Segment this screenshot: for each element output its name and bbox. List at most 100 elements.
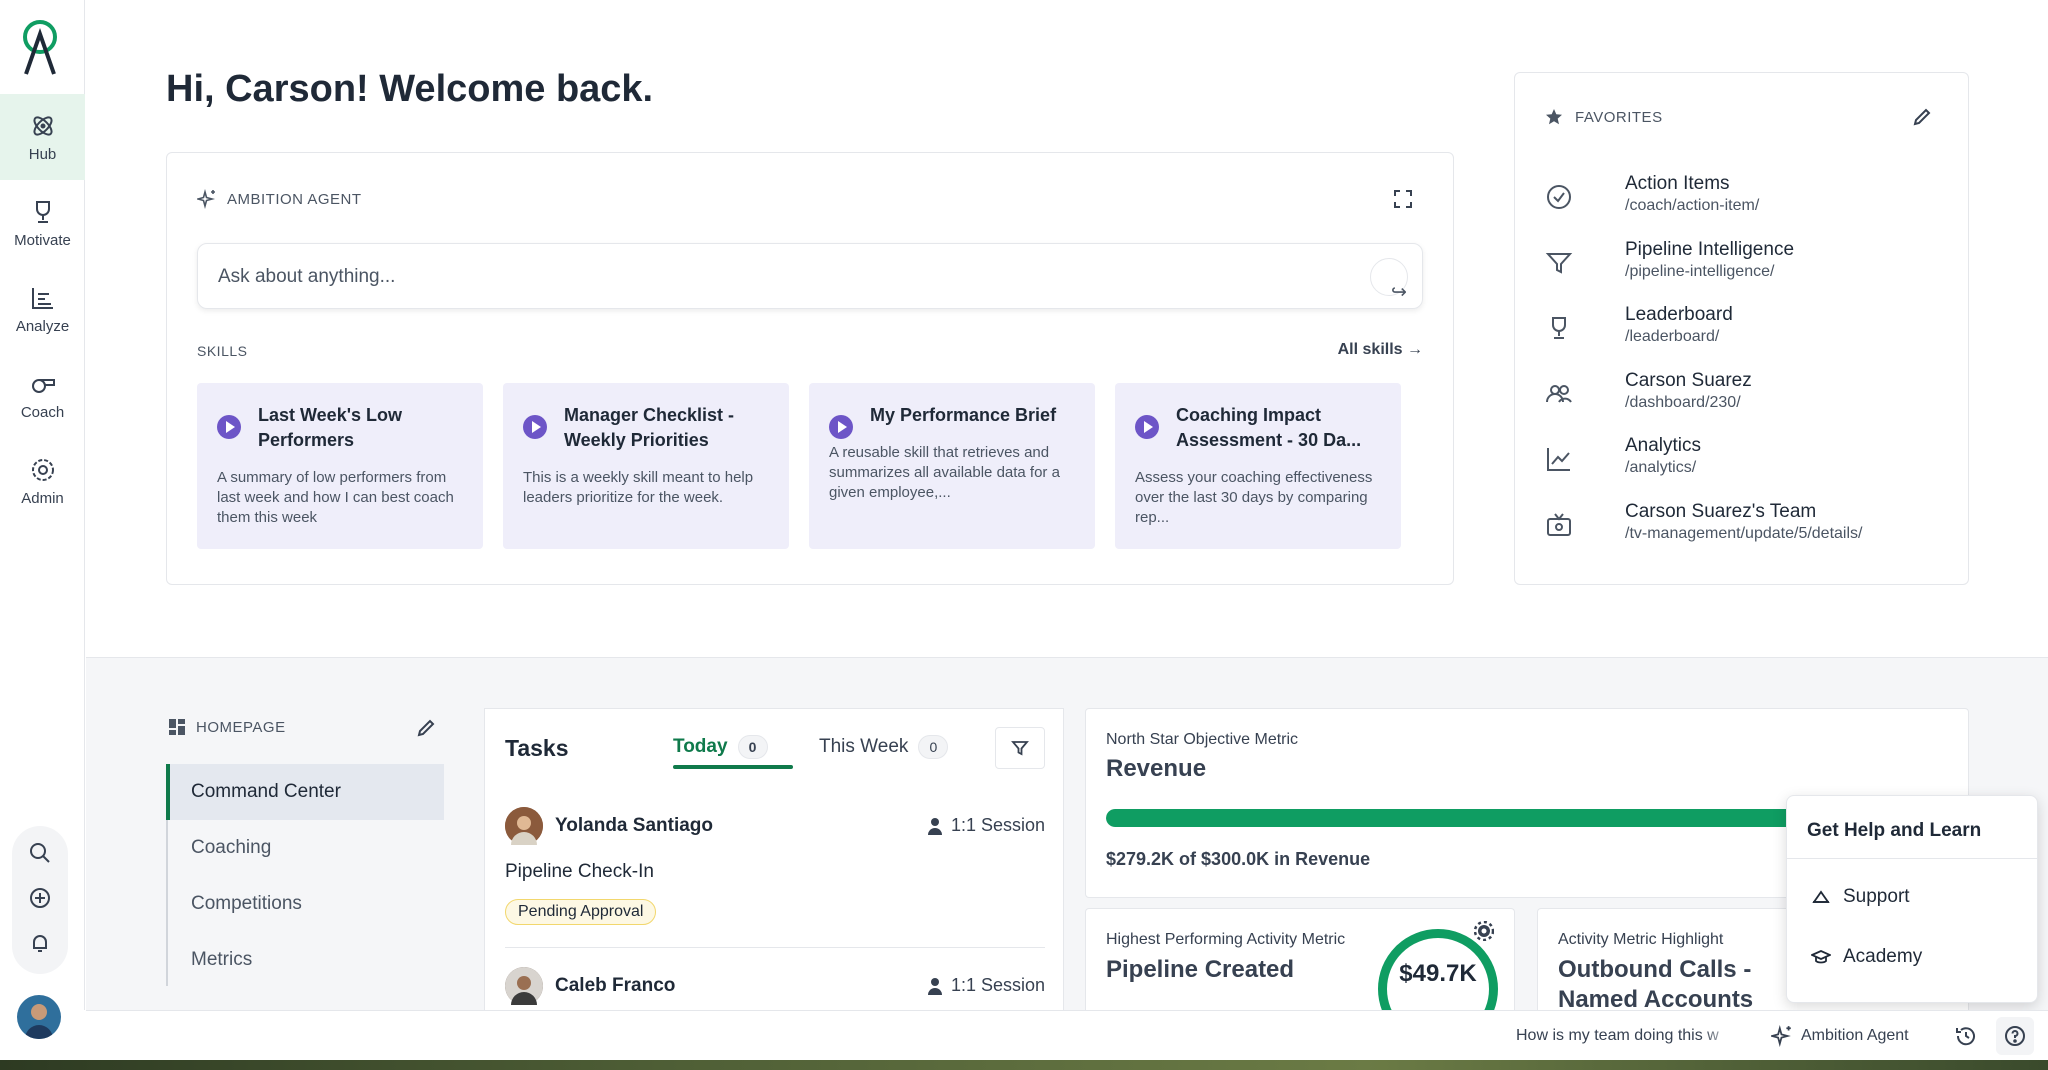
tab-today[interactable]: Today 0	[673, 735, 768, 759]
favorite-path: /leaderboard/	[1625, 328, 1720, 345]
notifications-button[interactable]	[22, 925, 58, 961]
play-icon	[1135, 415, 1159, 439]
filter-button[interactable]	[995, 727, 1045, 769]
avatar	[505, 967, 543, 1005]
skill-title: Manager Checklist - Weekly Priorities	[564, 405, 735, 450]
favorite-item[interactable]: Pipeline Intelligence /pipeline-intellig…	[1545, 239, 1945, 289]
desktop-background	[0, 1060, 2048, 1070]
favorite-path: /pipeline-intelligence/	[1625, 263, 1775, 280]
highest-metric-card[interactable]: Highest Performing Activity Metric Pipel…	[1085, 908, 1515, 1049]
arrow-right-icon: →	[1407, 341, 1423, 358]
status-bar: How is my team doing this w Ambition Age…	[86, 1010, 2048, 1060]
pencil-icon[interactable]	[1912, 107, 1932, 127]
pencil-icon[interactable]	[416, 718, 436, 738]
task-session-type: 1:1 Session	[927, 975, 1045, 996]
task-assignee: Caleb Franco	[555, 975, 676, 996]
skill-description: A reusable skill that retrieves and summ…	[829, 444, 1060, 501]
favorite-name: Pipeline Intelligence	[1625, 239, 1795, 260]
sparkles-icon	[1771, 1025, 1791, 1047]
skill-title: My Performance Brief	[870, 405, 1057, 425]
skill-title: Coaching Impact Assessment - 30 Da...	[1176, 405, 1362, 450]
homepage-title: HOMEPAGE	[196, 718, 286, 736]
sidebar-item-analyze[interactable]: Analyze	[0, 266, 85, 352]
status-badge: Pending Approval	[505, 899, 657, 925]
session-label: 1:1 Session	[950, 975, 1045, 995]
homepage-item-command-center[interactable]: Command Center	[166, 764, 444, 820]
homepage-item-competitions[interactable]: Competitions	[166, 876, 444, 932]
academy-link[interactable]: Academy	[1811, 946, 1922, 968]
tab-count: 0	[918, 735, 949, 759]
all-skills-link[interactable]: All skills →	[1338, 341, 1423, 359]
homepage-item-coaching[interactable]: Coaching	[166, 820, 444, 876]
skill-card[interactable]: Coaching Impact Assessment - 30 Da... As…	[1115, 383, 1401, 549]
tv-icon	[1547, 513, 1571, 536]
send-icon: ↪	[1391, 282, 1407, 303]
task-item[interactable]: Yolanda Santiago 1:1 Session Pipeline Ch…	[505, 807, 1045, 927]
favorite-item[interactable]: Action Items /coach/action-item/	[1545, 173, 1945, 223]
sidebar-item-motivate[interactable]: Motivate	[0, 180, 85, 266]
ambition-agent-button[interactable]: Ambition Agent	[1771, 1025, 1909, 1047]
homepage-item-metrics[interactable]: Metrics	[166, 932, 444, 988]
favorite-item[interactable]: Carson Suarez /dashboard/230/	[1545, 370, 1945, 420]
graduation-cap-icon	[1811, 950, 1831, 964]
task-session-type: 1:1 Session	[927, 815, 1045, 836]
expand-icon[interactable]	[1393, 189, 1413, 209]
favorite-name: Action Items	[1625, 173, 1730, 194]
task-title: Pipeline Check-In	[505, 861, 654, 882]
task-item[interactable]: Caleb Franco 1:1 Session	[505, 967, 1045, 1012]
help-popup: Get Help and Learn Support Academy	[1786, 795, 2038, 1003]
avatar[interactable]	[17, 995, 61, 1039]
support-icon	[1812, 890, 1830, 903]
academy-label: Academy	[1843, 946, 1923, 967]
favorite-path: /analytics/	[1625, 459, 1697, 476]
history-icon[interactable]	[1954, 1024, 1978, 1048]
favorite-item[interactable]: Analytics /analytics/	[1545, 435, 1945, 485]
search-icon	[30, 843, 50, 863]
sidebar-item-label: Coach	[20, 403, 65, 421]
sidebar-item-label: Motivate	[14, 231, 71, 249]
suggested-question[interactable]: How is my team doing this w	[1516, 1027, 1736, 1045]
sidebar-item-coach[interactable]: Coach	[0, 352, 85, 438]
skill-card[interactable]: Manager Checklist - Weekly Priorities Th…	[503, 383, 789, 549]
progress-fill	[1106, 809, 1891, 827]
tab-this-week[interactable]: This Week 0	[819, 735, 949, 759]
skill-description: A summary of low performers from last we…	[217, 469, 454, 526]
ambition-logo[interactable]	[18, 20, 62, 76]
skill-card[interactable]: My Performance Brief A reusable skill th…	[809, 383, 1095, 549]
send-button[interactable]: ↪	[1370, 258, 1408, 303]
bar-chart-icon	[31, 287, 53, 309]
gear-icon[interactable]	[1474, 921, 1494, 941]
support-label: Support	[1843, 886, 1910, 907]
support-link[interactable]: Support	[1811, 886, 1910, 908]
favorites-card: FAVORITES Action Items /coach/action-ite…	[1514, 72, 1969, 585]
star-icon	[1546, 109, 1562, 125]
search-button[interactable]	[22, 835, 58, 871]
agent-label: Ambition Agent	[1801, 1027, 1909, 1044]
help-button[interactable]	[1996, 1017, 2034, 1055]
north-star-label: North Star Objective Metric	[1106, 731, 1299, 748]
tab-count: 0	[737, 735, 768, 759]
app-window: Hub Motivate Analyze Coach Admin Hi, Car…	[0, 0, 2048, 1060]
favorite-path: /tv-management/update/5/details/	[1625, 525, 1863, 542]
metric-title: Outbound Calls - Named Accounts	[1558, 956, 1754, 1013]
add-button[interactable]	[22, 880, 58, 916]
divider	[505, 947, 1045, 948]
all-skills-label: All skills	[1337, 341, 1403, 358]
line-chart-icon	[1547, 448, 1570, 471]
sparkles-icon	[197, 189, 216, 209]
agent-header: AMBITION AGENT	[197, 189, 362, 209]
favorite-item[interactable]: Leaderboard /leaderboard/	[1545, 304, 1945, 354]
tab-label: This Week	[819, 736, 909, 757]
metric-label: Highest Performing Activity Metric	[1106, 931, 1346, 948]
ask-input[interactable]: Ask about anything... ↪	[197, 243, 1423, 309]
sidebar-item-admin[interactable]: Admin	[0, 438, 85, 524]
person-icon	[927, 977, 942, 995]
check-circle-icon	[1547, 185, 1571, 209]
sidebar-item-hub[interactable]: Hub	[0, 94, 85, 180]
sidebar-item-label: Analyze	[15, 317, 70, 335]
skill-card[interactable]: Last Week's Low Performers A summary of …	[197, 383, 483, 549]
atom-icon	[32, 115, 53, 136]
favorite-item[interactable]: Carson Suarez's Team /tv-management/upda…	[1545, 501, 1945, 551]
favorite-name: Leaderboard	[1625, 304, 1733, 325]
sidebar: Hub Motivate Analyze Coach Admin	[0, 0, 85, 1039]
